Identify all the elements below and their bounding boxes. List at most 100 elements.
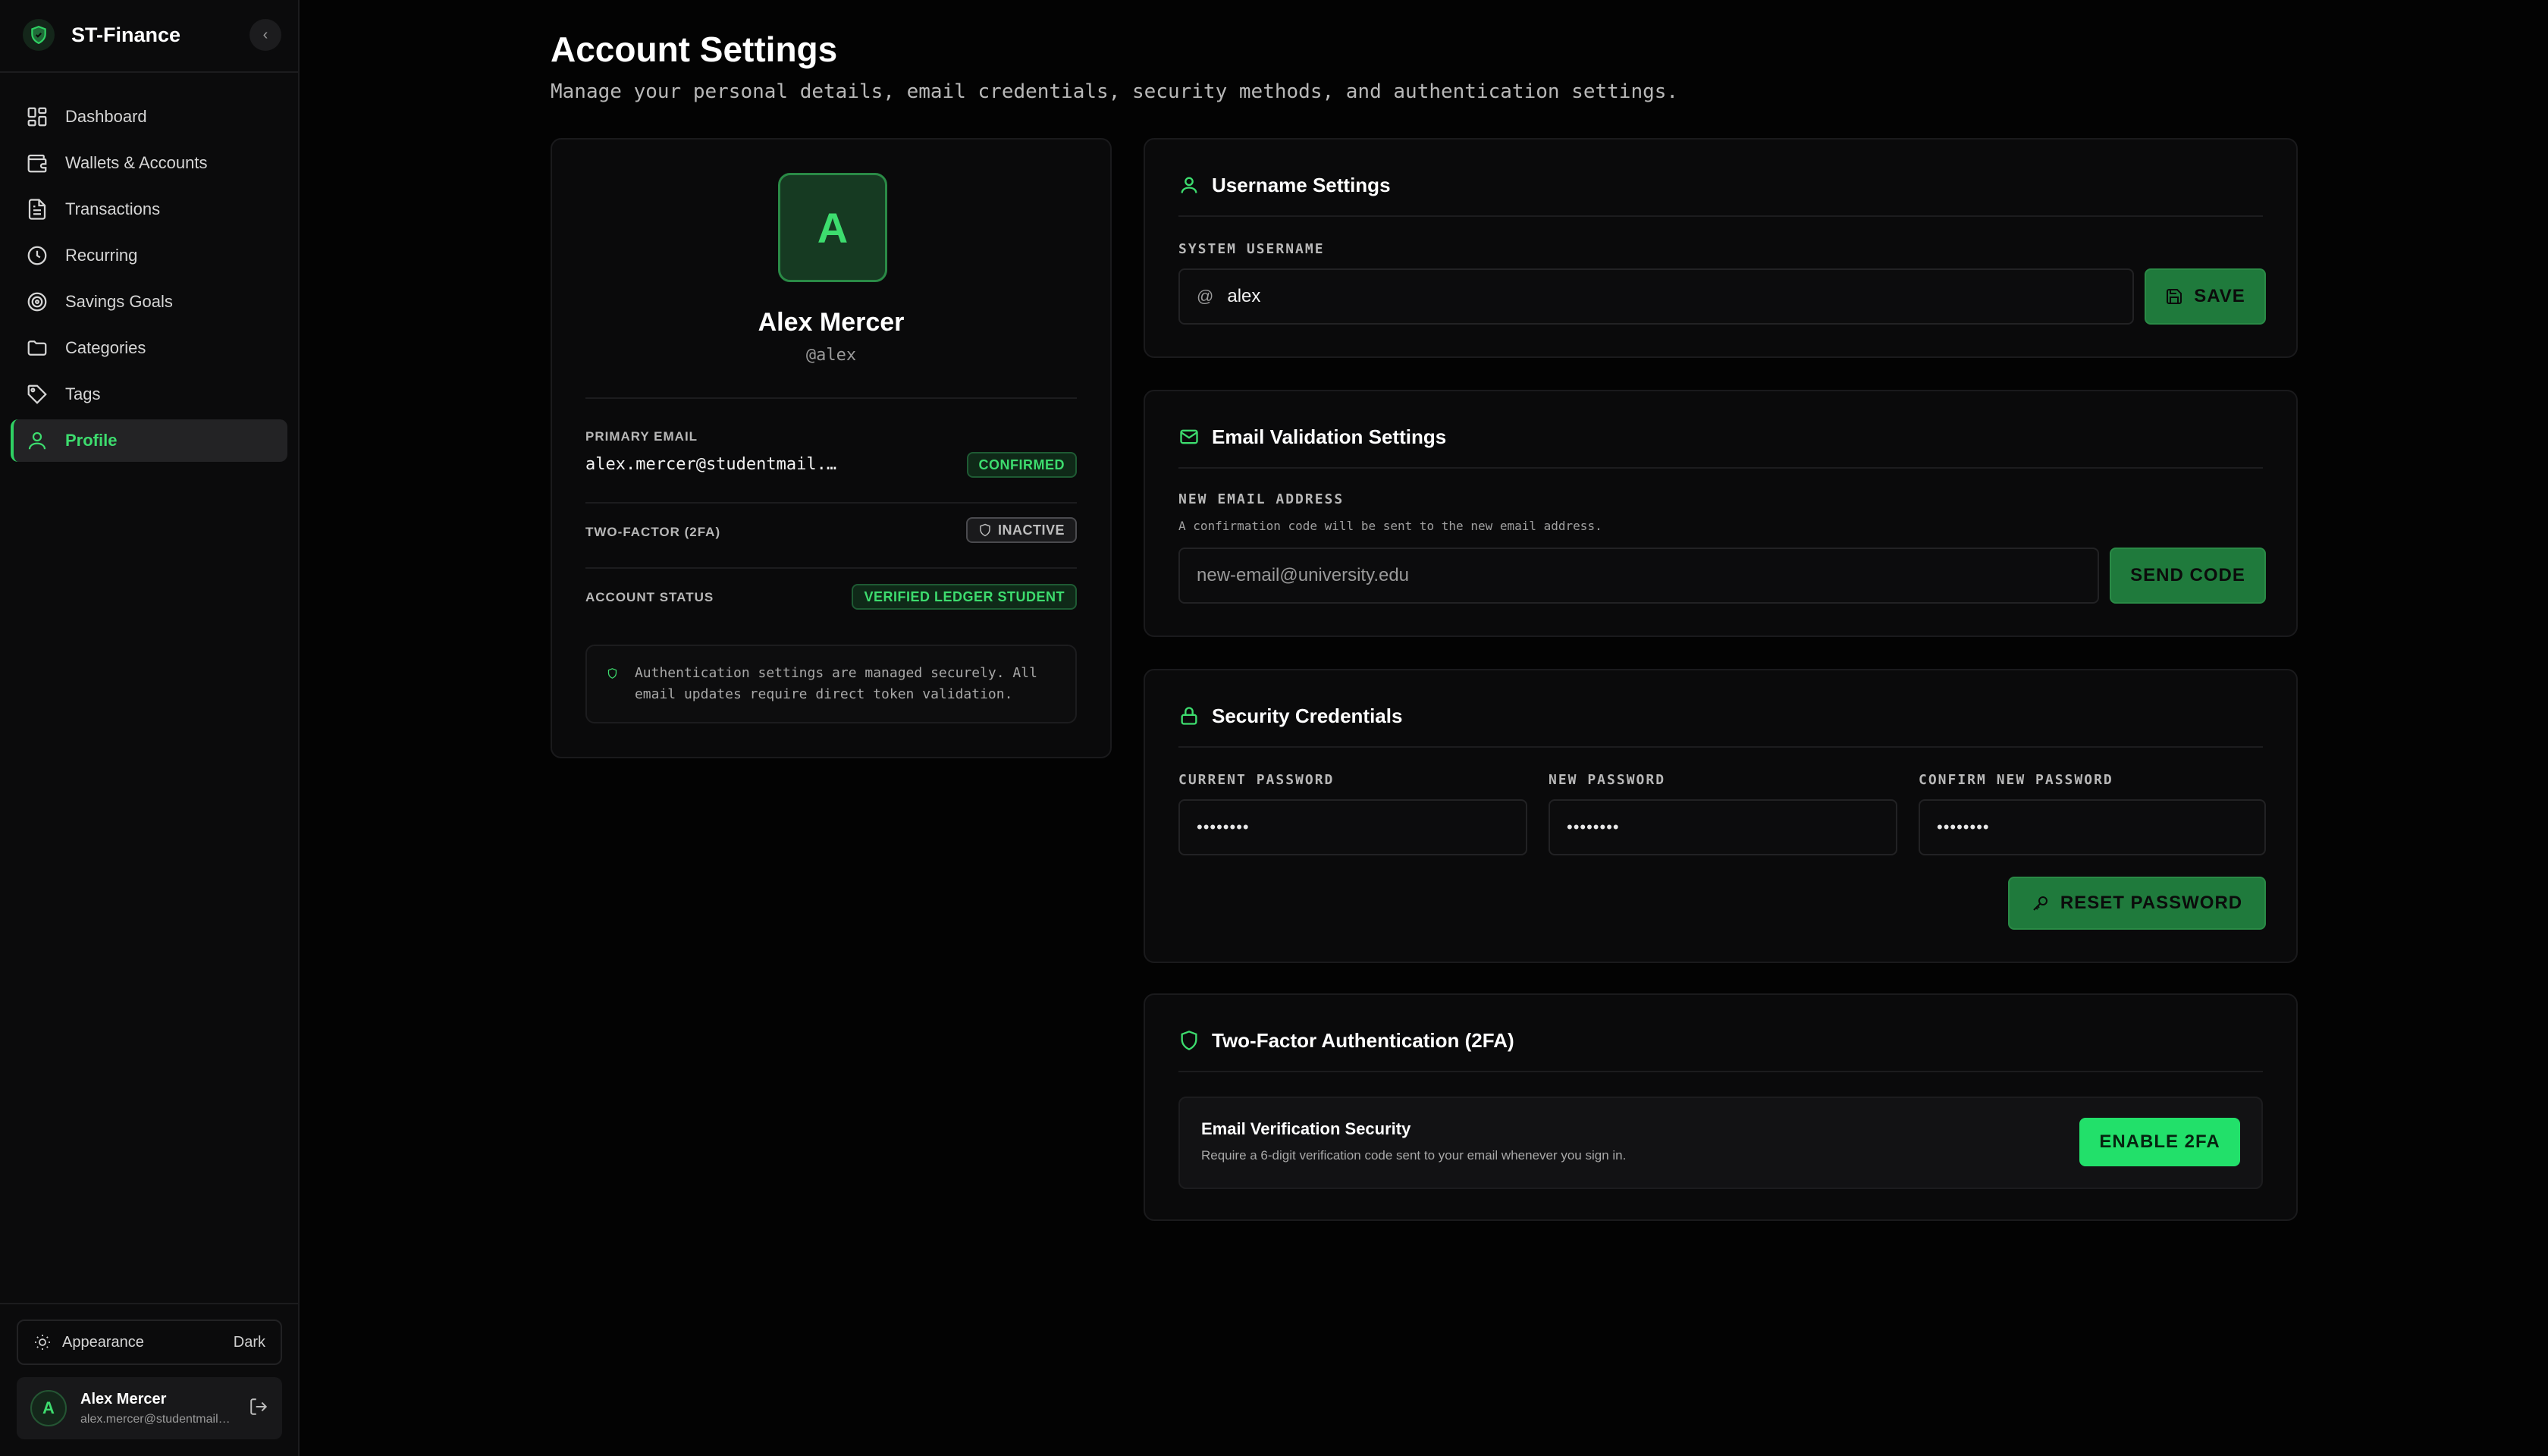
username-settings-card: Username Settings SYSTEM USERNAME @ alex… — [1144, 138, 2298, 358]
email-verification-title: Email Verification Security — [1201, 1119, 1411, 1138]
current-password-input[interactable]: •••••••• — [1178, 799, 1527, 855]
collapse-sidebar-button[interactable]: ‹ — [249, 19, 281, 51]
sidebar-item-dashboard[interactable]: Dashboard — [11, 96, 287, 138]
username-input[interactable]: @ alex — [1178, 268, 2134, 325]
panel-header: Email Validation Settings — [1178, 422, 2263, 452]
new-email-note: A confirmation code will be sent to the … — [1178, 519, 1602, 533]
target-icon — [27, 292, 47, 312]
new-email-label: NEW EMAIL ADDRESS — [1178, 491, 1345, 507]
email-status-badge: CONFIRMED — [966, 452, 1077, 478]
sidebar-item-transactions[interactable]: Transactions — [11, 188, 287, 231]
primary-email-label: PRIMARY EMAIL — [585, 429, 698, 444]
divider — [585, 502, 1077, 504]
user-name: Alex Mercer — [80, 1390, 167, 1407]
divider — [0, 71, 298, 73]
brand: ST-Finance ‹ — [23, 17, 281, 53]
save-username-button[interactable]: SAVE — [2145, 268, 2266, 325]
shield-logo-icon — [23, 19, 55, 51]
user-icon — [1181, 177, 1197, 193]
panel-header: Username Settings — [1178, 170, 2263, 200]
sidebar-item-recurring[interactable]: Recurring — [11, 234, 287, 277]
confirm-password-input[interactable]: •••••••• — [1919, 799, 2266, 855]
panel-title: Two-Factor Authentication (2FA) — [1212, 1028, 1514, 1052]
appearance-label: Appearance — [62, 1333, 144, 1351]
divider — [0, 1303, 298, 1304]
key-icon — [2033, 896, 2048, 911]
twofa-label: TWO-FACTOR (2FA) — [585, 525, 721, 539]
security-note-text: Authentication settings are managed secu… — [634, 665, 1037, 702]
user-icon — [28, 431, 46, 450]
username-label: SYSTEM USERNAME — [1178, 241, 1325, 257]
profile-card: A Alex Mercer @alex PRIMARY EMAIL alex.m… — [551, 138, 1112, 758]
current-password-label: CURRENT PASSWORD — [1178, 772, 1335, 788]
primary-email-value: alex.mercer@studentmail.com — [585, 455, 843, 474]
email-verification-desc: Require a 6-digit verification code sent… — [1201, 1148, 1627, 1163]
sidebar-item-label: Categories — [65, 338, 146, 357]
twofa-card: Two-Factor Authentication (2FA) Email Ve… — [1144, 993, 2298, 1221]
dashboard-icon — [27, 107, 47, 127]
panel-header: Security Credentials — [1178, 701, 2263, 731]
divider — [585, 567, 1077, 569]
email-verification-box: Email Verification Security Require a 6-… — [1178, 1097, 2263, 1189]
save-icon — [2167, 289, 2182, 304]
avatar: A — [30, 1390, 67, 1426]
receipt-icon — [28, 199, 46, 220]
enable-2fa-label: ENABLE 2FA — [2099, 1131, 2220, 1152]
user-info: Alex Mercer alex.mercer@studentmail.com — [80, 1391, 232, 1426]
chevron-left-icon: ‹ — [262, 26, 268, 43]
sidebar-item-label: Recurring — [65, 246, 138, 265]
divider — [1178, 1071, 2263, 1072]
sidebar-item-wallets[interactable]: Wallets & Accounts — [11, 142, 287, 184]
new-email-placeholder: new-email@university.edu — [1197, 565, 1410, 585]
page-title: Account Settings — [551, 30, 838, 69]
username-value: alex — [1227, 286, 1261, 306]
page-subtitle: Manage your personal details, email cred… — [551, 80, 1679, 103]
current-password-value: •••••••• — [1197, 817, 1250, 836]
at-icon: @ — [1197, 287, 1214, 306]
sidebar-item-label: Tags — [65, 384, 101, 403]
send-code-label: SEND CODE — [2130, 565, 2245, 585]
sidebar-item-profile[interactable]: Profile — [11, 419, 287, 462]
appearance-toggle[interactable]: Appearance Dark — [17, 1320, 282, 1365]
divider — [1178, 467, 2263, 469]
sidebar-item-savings-goals[interactable]: Savings Goals — [11, 281, 287, 323]
shield-icon — [1181, 1031, 1197, 1050]
enable-2fa-button[interactable]: ENABLE 2FA — [2079, 1118, 2240, 1166]
divider — [585, 397, 1077, 399]
profile-handle: @alex — [805, 346, 857, 365]
user-card: A Alex Mercer alex.mercer@studentmail.co… — [17, 1377, 282, 1439]
tag-icon — [27, 384, 47, 404]
twofa-status-badge: INACTIVE — [965, 517, 1077, 543]
divider — [1178, 215, 2263, 217]
account-status-badge: VERIFIED LEDGER STUDENT — [852, 584, 1077, 610]
sidebar-item-label: Savings Goals — [65, 292, 173, 311]
sidebar-item-label: Wallets & Accounts — [65, 153, 208, 172]
clock-icon — [27, 246, 47, 265]
logout-button[interactable] — [249, 1397, 268, 1420]
profile-name: Alex Mercer — [758, 308, 905, 337]
new-password-value: •••••••• — [1567, 817, 1620, 836]
panel-title: Security Credentials — [1212, 704, 1403, 727]
sidebar-item-label: Profile — [65, 431, 118, 450]
email-settings-card: Email Validation Settings NEW EMAIL ADDR… — [1144, 390, 2298, 637]
app-name: ST-Finance — [71, 23, 181, 46]
logout-icon — [250, 1398, 268, 1415]
folder-icon — [27, 340, 47, 356]
new-email-input[interactable]: new-email@university.edu — [1178, 548, 2099, 604]
panel-header: Two-Factor Authentication (2FA) — [1178, 1025, 2263, 1056]
profile-avatar: A — [778, 173, 887, 282]
divider — [1178, 746, 2263, 748]
account-status-label: ACCOUNT STATUS — [585, 590, 714, 604]
new-password-input[interactable]: •••••••• — [1549, 799, 1897, 855]
security-credentials-card: Security Credentials CURRENT PASSWORD ••… — [1144, 669, 2298, 963]
confirm-password-label: CONFIRM NEW PASSWORD — [1919, 772, 2113, 788]
sun-icon — [35, 1335, 50, 1350]
reset-password-button[interactable]: RESET PASSWORD — [2008, 877, 2266, 930]
send-code-button[interactable]: SEND CODE — [2110, 548, 2266, 604]
confirm-password-value: •••••••• — [1937, 817, 1990, 836]
shield-icon — [607, 668, 617, 679]
sidebar-item-tags[interactable]: Tags — [11, 373, 287, 416]
sidebar: ST-Finance ‹ Dashboard Wallets & Account… — [0, 0, 300, 1456]
wallet-icon — [27, 154, 47, 173]
sidebar-item-categories[interactable]: Categories — [11, 327, 287, 369]
